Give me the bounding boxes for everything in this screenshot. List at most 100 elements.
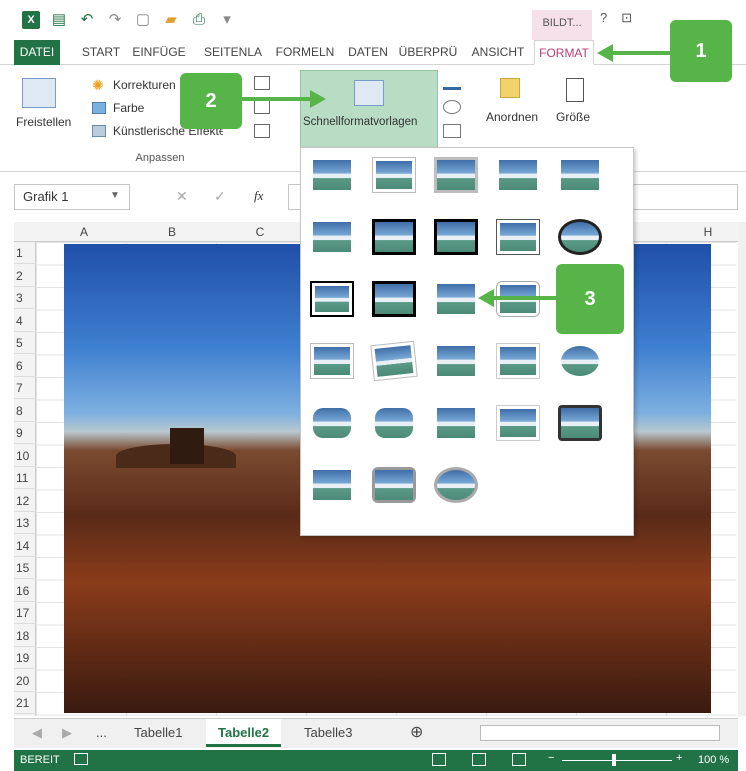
style-thumbnail[interactable]	[496, 157, 540, 193]
reset-picture-icon[interactable]	[254, 124, 270, 138]
print-icon[interactable]: ⎙	[190, 11, 208, 29]
open-folder-icon[interactable]: ▰	[162, 11, 180, 29]
scroll-left-icon[interactable]: ◀	[20, 719, 54, 747]
change-picture-icon[interactable]	[254, 100, 270, 114]
page-layout-view-icon[interactable]	[472, 753, 486, 766]
tab-start[interactable]: START	[76, 40, 126, 65]
row-header[interactable]: 2	[14, 265, 36, 287]
style-thumbnail[interactable]	[434, 343, 478, 379]
style-thumbnail[interactable]	[372, 219, 416, 255]
new-file-icon[interactable]: ▢	[134, 11, 152, 29]
sheet-tab-tabelle3[interactable]: Tabelle3	[292, 719, 364, 747]
tab-formeln[interactable]: FORMELN	[272, 40, 338, 65]
row-header[interactable]: 8	[14, 400, 36, 422]
row-header[interactable]: 10	[14, 445, 36, 467]
tab-ueberpruefen[interactable]: ÜBERPRÜ	[396, 40, 460, 65]
style-thumbnail[interactable]	[496, 219, 540, 255]
style-thumbnail[interactable]	[558, 343, 602, 379]
row-header[interactable]: 21	[14, 692, 36, 714]
style-thumbnail[interactable]	[558, 405, 602, 441]
row-header[interactable]: 5	[14, 332, 36, 354]
row-header[interactable]: 11	[14, 467, 36, 489]
style-thumbnail[interactable]	[496, 343, 540, 379]
zoom-level[interactable]: 100 %	[698, 754, 729, 766]
row-header[interactable]: 18	[14, 625, 36, 647]
redo-icon[interactable]: ↷	[106, 11, 124, 29]
horizontal-scrollbar[interactable]	[480, 725, 720, 741]
zoom-slider[interactable]	[562, 760, 672, 761]
sheet-tab-tabelle1[interactable]: Tabelle1	[122, 719, 194, 747]
row-header[interactable]: 12	[14, 490, 36, 512]
macro-record-icon[interactable]	[74, 753, 88, 765]
tab-format[interactable]: FORMAT	[534, 40, 594, 65]
sheet-tab-tabelle2[interactable]: Tabelle2	[206, 719, 282, 747]
row-header[interactable]: 7	[14, 377, 36, 399]
style-thumbnail[interactable]	[372, 405, 416, 441]
style-thumbnail[interactable]	[310, 405, 354, 441]
picture-effects-icon[interactable]	[443, 100, 461, 114]
row-header[interactable]: 1	[14, 242, 36, 264]
freistellen-button[interactable]: Freistellen	[16, 115, 71, 129]
style-thumbnail[interactable]	[310, 281, 354, 317]
insert-function-icon[interactable]: fx	[254, 188, 263, 204]
style-thumbnail[interactable]	[370, 340, 418, 382]
vertical-scrollbar[interactable]	[738, 222, 746, 716]
style-thumbnail[interactable]	[558, 157, 602, 193]
style-thumbnail[interactable]	[434, 219, 478, 255]
add-sheet-icon[interactable]: ⊕	[398, 719, 435, 747]
column-header-h[interactable]: H	[698, 222, 718, 242]
picture-border-icon[interactable]	[443, 76, 461, 90]
row-header[interactable]: 3	[14, 287, 36, 309]
freistellen-icon[interactable]	[22, 78, 56, 108]
row-header[interactable]: 15	[14, 557, 36, 579]
column-header-a[interactable]: A	[74, 222, 94, 242]
picture-layout-icon[interactable]	[443, 124, 461, 138]
tab-einfuegen[interactable]: EINFÜGE	[128, 40, 190, 65]
style-thumbnail[interactable]	[496, 405, 540, 441]
customize-qat-icon[interactable]: ▾	[218, 11, 236, 29]
tab-seitenlayout[interactable]: SEITENLA	[200, 40, 266, 65]
row-header[interactable]: 19	[14, 647, 36, 669]
column-header-b[interactable]: B	[162, 222, 182, 242]
zoom-slider-thumb[interactable]	[612, 754, 616, 766]
zoom-out-icon[interactable]: −	[548, 752, 554, 764]
style-thumbnail[interactable]	[434, 467, 478, 503]
row-header[interactable]: 9	[14, 422, 36, 444]
undo-icon[interactable]: ↶	[78, 11, 96, 29]
style-thumbnail[interactable]	[434, 281, 478, 317]
enter-icon[interactable]: ✓	[214, 188, 226, 205]
normal-view-icon[interactable]	[432, 753, 446, 766]
cancel-icon[interactable]: ✕	[176, 188, 188, 205]
page-break-view-icon[interactable]	[512, 753, 526, 766]
style-thumbnail[interactable]	[372, 157, 416, 193]
style-thumbnail[interactable]	[310, 157, 354, 193]
style-thumbnail[interactable]	[372, 281, 416, 317]
tab-ansicht[interactable]: ANSICHT	[466, 40, 530, 65]
column-header-c[interactable]: C	[250, 222, 270, 242]
korrekturen-button[interactable]: Korrekturen	[113, 78, 176, 92]
row-header[interactable]: 14	[14, 535, 36, 557]
name-box-dropdown-icon[interactable]: ▼	[110, 190, 120, 201]
save-icon[interactable]: ▤	[50, 11, 68, 29]
help-icon[interactable]: ?	[600, 10, 607, 26]
style-thumbnail[interactable]	[310, 467, 354, 503]
scroll-right-icon[interactable]: ▶	[50, 719, 84, 747]
style-thumbnail[interactable]	[372, 467, 416, 503]
tab-daten[interactable]: DATEN	[342, 40, 394, 65]
style-thumbnail[interactable]	[434, 157, 478, 193]
anordnen-button[interactable]: Anordnen	[486, 110, 538, 124]
tab-datei[interactable]: DATEI	[14, 40, 60, 65]
row-header[interactable]: 4	[14, 310, 36, 332]
zoom-in-icon[interactable]: +	[676, 752, 682, 764]
style-thumbnail[interactable]	[434, 405, 478, 441]
row-header[interactable]: 17	[14, 602, 36, 624]
farbe-button[interactable]: Farbe	[113, 101, 144, 115]
row-header[interactable]: 6	[14, 355, 36, 377]
style-thumbnail[interactable]	[310, 219, 354, 255]
sheet-more[interactable]: ...	[84, 719, 119, 747]
style-thumbnail[interactable]	[558, 219, 602, 255]
row-header[interactable]: 13	[14, 512, 36, 534]
row-header[interactable]: 16	[14, 580, 36, 602]
style-thumbnail[interactable]	[310, 343, 354, 379]
groesse-button[interactable]: Größe	[556, 110, 590, 124]
